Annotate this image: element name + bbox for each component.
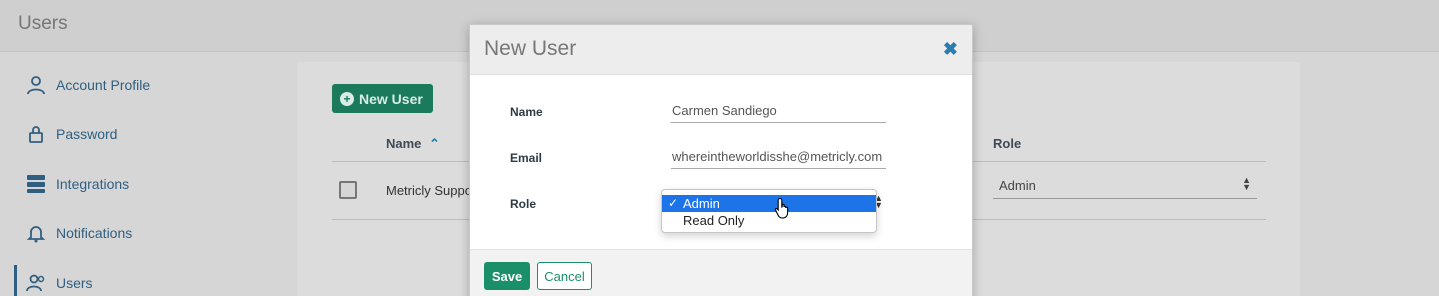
users-icon <box>26 274 45 292</box>
row-role-value: Admin <box>999 178 1036 193</box>
sidebar-item-label: Integrations <box>56 176 130 192</box>
sidebar-item-label: Password <box>56 126 118 142</box>
modal-footer: Save Cancel <box>470 249 972 296</box>
sidebar-item-password[interactable]: Password <box>26 124 117 144</box>
page-title: Users <box>18 13 68 34</box>
hand-pointer-cursor-icon <box>774 197 789 219</box>
row-role-select[interactable]: Admin ▲ ▼ <box>993 173 1257 199</box>
column-header-name[interactable]: Name ⌃ <box>386 136 440 152</box>
lock-icon <box>29 126 43 143</box>
sidebar-item-users[interactable]: Users <box>26 273 93 293</box>
sidebar-item-account-profile[interactable]: Account Profile <box>26 75 150 95</box>
cancel-button[interactable]: Cancel <box>537 262 592 290</box>
sidebar-item-label: Users <box>56 275 93 291</box>
sidebar-item-notifications[interactable]: Notifications <box>26 223 132 243</box>
role-label: Role <box>510 197 537 211</box>
sort-ascending-icon: ⌃ <box>429 136 440 151</box>
name-field[interactable] <box>671 99 886 123</box>
sidebar-item-label: Account Profile <box>56 77 151 93</box>
role-dropdown-menu: ✓ Admin Read Only <box>661 189 877 233</box>
close-icon[interactable]: ✖ <box>943 39 958 60</box>
role-option-admin[interactable]: ✓ Admin <box>662 195 876 212</box>
select-arrows-icon: ▲ ▼ <box>1242 175 1251 192</box>
email-label: Email <box>510 151 543 165</box>
sidebar-item-label: Notifications <box>56 225 133 241</box>
modal-title: New User <box>484 37 577 60</box>
email-field[interactable] <box>671 145 886 169</box>
row-user-name: Metricly Suppo <box>386 183 472 198</box>
new-user-button[interactable]: + New User <box>332 84 433 113</box>
server-icon <box>27 175 45 193</box>
sidebar-item-integrations[interactable]: Integrations <box>26 174 129 194</box>
row-checkbox[interactable] <box>339 181 357 199</box>
checkmark-icon: ✓ <box>668 196 679 210</box>
role-option-read-only[interactable]: Read Only <box>662 212 876 229</box>
name-label: Name <box>510 105 543 119</box>
new-user-label: New User <box>359 90 423 107</box>
save-button[interactable]: Save <box>484 262 530 290</box>
column-header-role[interactable]: Role <box>993 136 1021 151</box>
user-icon <box>27 76 45 95</box>
new-user-modal: New User ✖ Name Email Role ▲▼ ✓ Admin Re… <box>469 24 973 296</box>
sidebar-active-indicator <box>14 265 17 296</box>
plus-circle-icon: + <box>340 91 354 106</box>
bell-icon <box>26 226 46 243</box>
modal-header: New User ✖ <box>470 25 972 75</box>
